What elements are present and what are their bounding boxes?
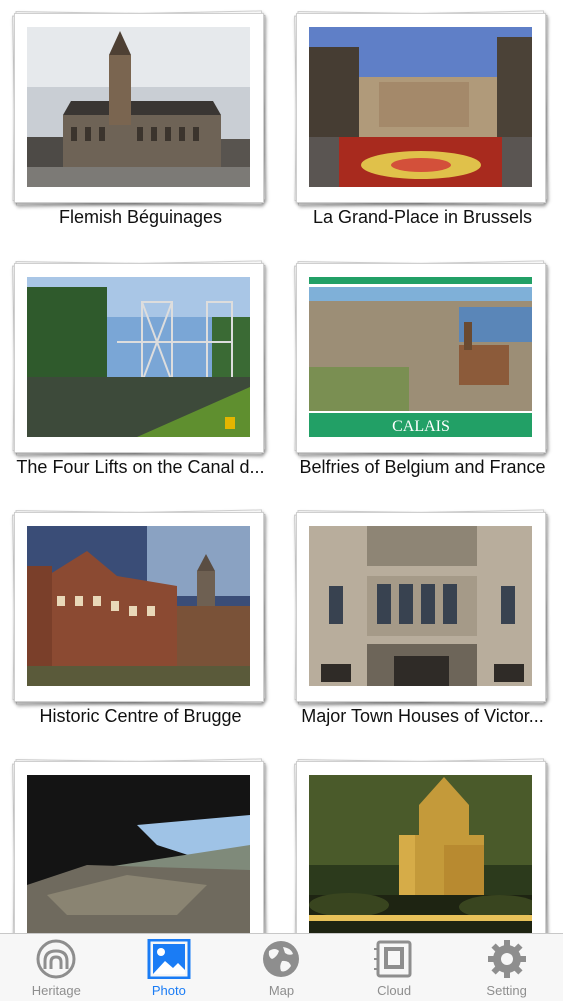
cloud-icon <box>372 939 416 979</box>
card-title: Flemish Béguinages <box>58 207 223 227</box>
card-title: Historic Centre of Brugge <box>39 706 242 726</box>
heritage-photo-grand-place[interactable] <box>309 27 532 187</box>
heritage-photo-beguinages[interactable] <box>27 27 250 187</box>
photo-icon <box>147 938 191 980</box>
photo-frame <box>294 758 548 933</box>
heritage-card-flemish-beguinages[interactable]: Flemish Béguinages <box>0 0 281 248</box>
tab-cloud[interactable]: Cloud <box>338 934 451 1001</box>
card-title: The Four Lifts on the Canal d... <box>16 457 265 477</box>
card-title: La Grand-Place in Brussels <box>312 207 533 227</box>
heritage-card-brugge[interactable]: Historic Centre of Brugge <box>0 499 281 747</box>
tab-label: Cloud <box>377 983 412 998</box>
tab-label: Heritage <box>31 983 81 998</box>
heritage-photo-four-lifts[interactable] <box>27 277 250 437</box>
photo-frame <box>294 10 548 206</box>
tab-heritage[interactable]: Heritage <box>0 934 113 1001</box>
gear-icon <box>485 939 529 979</box>
heritage-card-7[interactable] <box>0 748 281 933</box>
globe-icon <box>259 939 303 979</box>
heritage-photo-notre-dame[interactable] <box>309 775 532 933</box>
heritage-photo-town-houses[interactable] <box>309 526 532 686</box>
card-title: Major Town Houses of Victor... <box>301 706 544 726</box>
tab-label: Map <box>268 983 295 998</box>
tab-bar: Heritage Photo Map Cloud Setting <box>0 933 563 1001</box>
tab-map[interactable]: Map <box>225 934 338 1001</box>
heritage-photo-brugge[interactable] <box>27 526 250 686</box>
photo-grid: Flemish Béguinages La Grand-Place in Bru… <box>0 0 563 933</box>
tab-setting[interactable]: Setting <box>450 934 563 1001</box>
photo-frame: CALAIS <box>294 260 548 456</box>
heritage-icon <box>34 939 78 979</box>
photo-frame <box>12 509 266 705</box>
heritage-card-belfries[interactable]: CALAIS Belfries of Belgium and France <box>282 250 563 498</box>
photo-frame <box>12 758 266 933</box>
photo-frame <box>294 509 548 705</box>
heritage-card-8[interactable] <box>282 748 563 933</box>
heritage-card-victor-horta[interactable]: Major Town Houses of Victor... <box>282 499 563 747</box>
heritage-card-four-lifts[interactable]: The Four Lifts on the Canal d... <box>0 250 281 498</box>
calais-label: CALAIS <box>392 418 450 435</box>
heritage-photo-belfries[interactable]: CALAIS <box>309 277 532 437</box>
photo-frame <box>12 260 266 456</box>
photo-frame <box>12 10 266 206</box>
card-title: Belfries of Belgium and France <box>299 457 546 477</box>
heritage-photo-cave[interactable] <box>27 775 250 933</box>
tab-photo[interactable]: Photo <box>113 934 226 1001</box>
heritage-card-grand-place[interactable]: La Grand-Place in Brussels <box>282 0 563 248</box>
tab-label: Setting <box>486 983 527 998</box>
tab-label: Photo <box>151 983 186 998</box>
